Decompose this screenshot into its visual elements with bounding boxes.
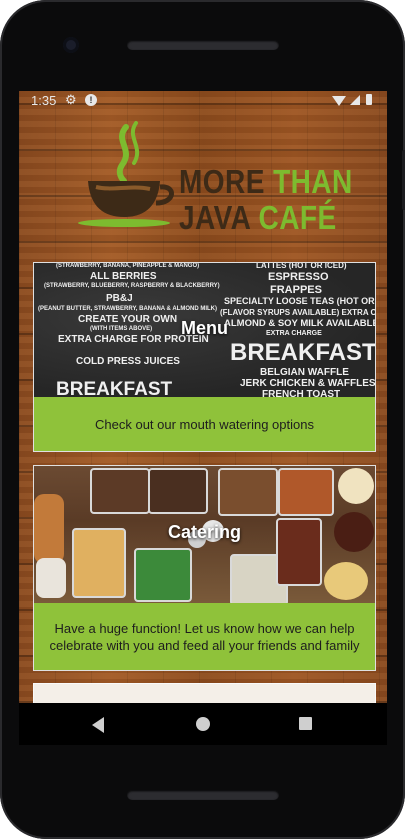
settings-gear-icon: ⚙ [65,92,77,107]
food-tray-image [218,468,278,516]
battery-icon [366,94,372,105]
back-triangle-icon[interactable] [92,717,104,733]
chalk-text: ESPRESSO [268,271,329,283]
logo-line-2: JAVA CAFÉ [179,199,337,237]
food-dish-image [36,558,66,598]
logo-word-than: THAN [273,163,353,200]
notification-alert-icon: ! [85,94,97,106]
food-dish-image [338,468,374,504]
next-card-partial[interactable] [33,683,376,703]
chalk-text: (STRAWBERRY, BANANA, PINEAPPLE & MANGO) [56,263,200,269]
menu-card-description: Check out our mouth watering options [34,397,375,451]
phone-frame: 1:35 ⚙ ! MORE THAN JAVA CAFÉ (STRAWBERRY… [0,0,405,839]
front-camera [63,37,79,53]
chalk-text: COLD PRESS JUICES [76,356,180,367]
android-nav-bar [19,703,387,745]
food-dish-image [324,562,368,600]
logo-word-more: MORE [179,163,274,200]
chalk-text: JERK CHICKEN & WAFFLES [240,378,376,389]
food-tray-image [148,468,208,514]
chalk-text: BELGIAN WAFFLE [260,367,349,378]
chalk-text: (FLAVOR SYRUPS AVAILABLE) EXTRA CHARGE [220,308,376,317]
status-time: 1:35 [31,93,57,108]
chalk-text: SPECIALTY LOOSE TEAS (HOT OR ICED) [224,296,375,306]
bottom-speaker [127,790,279,800]
catering-card-description: Have a huge function! Let us know how we… [34,603,375,670]
catering-card-title: Catering [167,522,241,542]
chalk-text: FRAPPES [270,284,322,296]
home-circle-icon[interactable] [196,717,210,731]
app-screen: 1:35 ⚙ ! MORE THAN JAVA CAFÉ (STRAWBERRY… [19,91,387,703]
food-tray-image [134,548,192,602]
logo-word-cafe: CAFÉ [258,199,337,236]
chalk-text: BREAKFAST [230,339,376,366]
recent-apps-square-icon[interactable] [299,717,312,730]
logo-word-java: JAVA [179,199,259,236]
chalk-text: (PEANUT BUTTER, STRAWBERRY, BANANA & ALM… [38,306,217,312]
top-speaker [127,40,279,50]
status-bar: 1:35 ⚙ ! [19,91,387,111]
coffee-cup-logo-icon [78,121,174,227]
wifi-icon [332,96,346,106]
catering-card[interactable]: Catering Have a huge function! Let us kn… [33,465,376,671]
menu-card-title: Menu [181,318,228,338]
cell-signal-icon [350,95,360,105]
food-tray-image [90,468,150,514]
menu-card[interactable]: (STRAWBERRY, BANANA, PINEAPPLE & MANGO) … [33,262,376,452]
logo-line-1: MORE THAN [179,163,353,201]
cafe-logo: MORE THAN JAVA CAFÉ [74,119,352,239]
chalk-text: (STRAWBERRY, BLUEBERRY, RASPBERRY & BLAC… [44,283,220,289]
food-tray-image [278,468,334,516]
chalk-text: LATTES (HOT OR ICED) [256,262,347,270]
chalk-text: ALL BERRIES [90,271,157,282]
chalk-text: PB&J [106,293,133,304]
